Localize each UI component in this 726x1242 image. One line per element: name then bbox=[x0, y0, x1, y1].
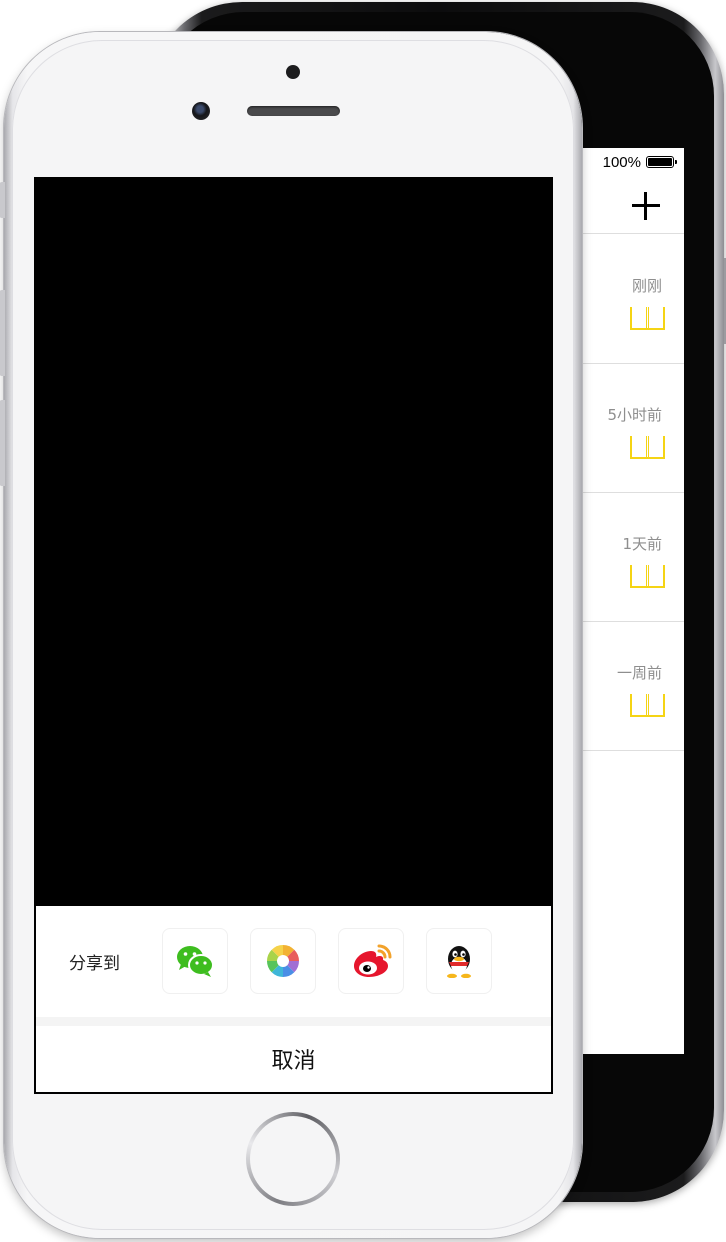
front-camera bbox=[192, 102, 210, 120]
share-moments-button[interactable] bbox=[250, 928, 316, 994]
book-icon bbox=[630, 307, 665, 330]
book-icon bbox=[630, 694, 665, 717]
item-time: 5小时前 bbox=[607, 406, 662, 424]
share-separator bbox=[36, 1017, 551, 1026]
weibo-icon bbox=[354, 944, 392, 977]
volume-up-button bbox=[0, 290, 5, 376]
earpiece-speaker bbox=[247, 106, 340, 116]
plus-icon[interactable] bbox=[632, 192, 660, 220]
battery-percent: 100% bbox=[602, 153, 641, 171]
list-item[interactable]: 1天前 bbox=[580, 493, 684, 622]
list-item[interactable]: 刚刚 bbox=[580, 235, 684, 364]
proximity-sensor bbox=[286, 65, 300, 79]
status-bar: 100% bbox=[580, 148, 684, 176]
moments-icon bbox=[267, 945, 299, 977]
list-item[interactable]: 一周前 bbox=[580, 622, 684, 751]
volume-down-button bbox=[0, 400, 5, 486]
front-phone-screen: 分享到 取消 bbox=[34, 177, 553, 1094]
back-phone-screen: 100% 刚刚 5小时前 1天前 一周前 bbox=[580, 148, 684, 1054]
book-icon bbox=[630, 436, 665, 459]
share-qq-button[interactable] bbox=[426, 928, 492, 994]
battery-icon bbox=[646, 156, 677, 168]
item-time: 刚刚 bbox=[631, 277, 662, 295]
share-targets-row: 分享到 bbox=[36, 906, 551, 1017]
item-time: 1天前 bbox=[622, 535, 662, 553]
share-sheet: 分享到 取消 bbox=[36, 906, 551, 1092]
mute-switch bbox=[0, 182, 5, 218]
list-item[interactable]: 5小时前 bbox=[580, 364, 684, 493]
home-button[interactable] bbox=[246, 1112, 340, 1206]
wechat-icon bbox=[177, 946, 214, 977]
item-time: 一周前 bbox=[616, 664, 662, 682]
share-label: 分享到 bbox=[69, 954, 120, 974]
share-wechat-button[interactable] bbox=[162, 928, 228, 994]
cancel-button[interactable]: 取消 bbox=[36, 1026, 551, 1092]
nav-bar bbox=[580, 176, 684, 234]
qq-icon bbox=[447, 946, 471, 978]
book-icon bbox=[630, 565, 665, 588]
share-weibo-button[interactable] bbox=[338, 928, 404, 994]
